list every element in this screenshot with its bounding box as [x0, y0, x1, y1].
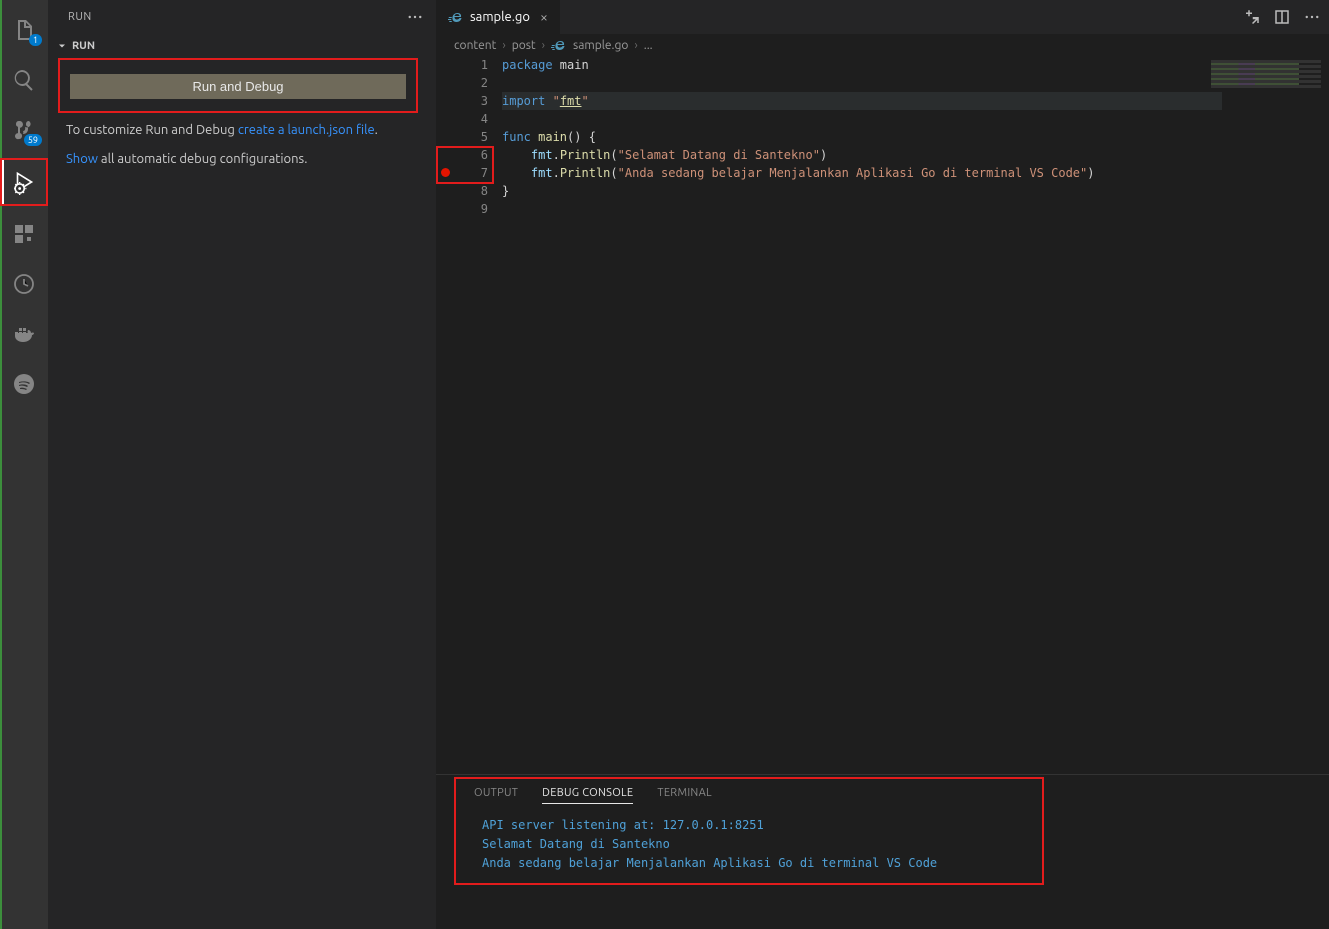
activity-spotify[interactable]	[0, 362, 48, 406]
console-line: Anda sedang belajar Menjalankan Aplikasi…	[482, 854, 1309, 873]
go-file-icon	[448, 13, 464, 22]
tab-sample-go[interactable]: sample.go ×	[436, 0, 561, 34]
crumb-file[interactable]: sample.go	[573, 39, 628, 52]
run-sidebar: RUN RUN Run and Debug To customize Run a…	[48, 0, 436, 929]
line-number: 1	[454, 56, 488, 74]
console-line: Selamat Datang di Santekno	[482, 835, 1309, 854]
show-link[interactable]: Show	[66, 152, 98, 166]
more-actions-icon[interactable]	[1303, 8, 1321, 26]
debug-console-output[interactable]: API server listening at: 127.0.0.1:8251S…	[456, 816, 1309, 873]
go-file-icon	[551, 41, 567, 50]
chevron-right-icon: ›	[542, 39, 545, 52]
show-tail: all automatic debug configurations.	[98, 152, 307, 166]
crumb-content[interactable]: content	[454, 39, 496, 52]
section-run-header[interactable]: RUN	[54, 36, 422, 58]
crumb-post[interactable]: post	[512, 39, 536, 52]
code-line[interactable]	[502, 110, 1222, 128]
scm-badge: 59	[24, 134, 42, 146]
section-run-label: RUN	[72, 40, 95, 52]
chevron-right-icon: ›	[634, 39, 637, 52]
code-line[interactable]: package main	[502, 56, 1222, 74]
line-gutter: 123456789	[454, 56, 494, 774]
line-number: 7	[454, 164, 488, 182]
line-number: 4	[454, 110, 488, 128]
code-line[interactable]	[502, 74, 1222, 92]
activity-live-share[interactable]	[0, 262, 48, 306]
editor-area: sample.go × content › post › sample.go ›…	[436, 0, 1329, 929]
breakpoint-dot[interactable]	[441, 168, 450, 177]
close-icon[interactable]: ×	[540, 9, 548, 25]
tab-label: sample.go	[470, 10, 530, 24]
explorer-badge: 1	[29, 34, 42, 46]
bottom-panel: OUTPUT DEBUG CONSOLE TERMINAL API server…	[436, 774, 1329, 929]
compare-icon[interactable]	[1243, 8, 1261, 26]
activity-explorer[interactable]: 1	[0, 8, 48, 52]
crumb-more[interactable]: ...	[644, 39, 653, 52]
create-launch-link[interactable]: create a launch.json file	[238, 123, 375, 137]
line-number: 6	[454, 146, 488, 164]
auto-debug-text: Show all automatic debug configurations.	[54, 148, 422, 177]
activity-bar: 1 59	[0, 0, 48, 929]
line-number: 9	[454, 200, 488, 218]
tab-output[interactable]: OUTPUT	[474, 787, 518, 804]
code-line[interactable]: }	[502, 182, 1222, 200]
breakpoint-gutter[interactable]	[436, 56, 454, 774]
activity-run-debug[interactable]	[0, 158, 48, 206]
code-line[interactable]: fmt.Println("Selamat Datang di Santekno"…	[502, 146, 1222, 164]
run-and-debug-button[interactable]: Run and Debug	[70, 74, 406, 99]
minimap[interactable]	[1211, 60, 1321, 88]
breadcrumb[interactable]: content › post › sample.go › ...	[436, 35, 1329, 56]
sidebar-more-icon[interactable]	[406, 8, 424, 26]
line-number: 2	[454, 74, 488, 92]
console-line: API server listening at: 127.0.0.1:8251	[482, 816, 1309, 835]
code-content[interactable]: package main import "fmt" func main() { fm…	[494, 56, 1222, 774]
active-indicator	[2, 160, 4, 204]
code-line[interactable]: func main() {	[502, 128, 1222, 146]
activity-search[interactable]	[0, 58, 48, 102]
code-line[interactable]: fmt.Println("Anda sedang belajar Menjala…	[502, 164, 1222, 182]
cfg-prefix: To customize Run and Debug	[66, 123, 238, 137]
editor[interactable]: 123456789 package main import "fmt" func m…	[436, 56, 1329, 774]
tab-debug-console[interactable]: DEBUG CONSOLE	[542, 787, 633, 804]
chevron-down-icon	[56, 40, 68, 52]
run-debug-highlight: Run and Debug	[58, 58, 418, 113]
split-editor-icon[interactable]	[1273, 8, 1291, 26]
activity-extensions[interactable]	[0, 212, 48, 256]
customize-text: To customize Run and Debug create a laun…	[54, 119, 422, 148]
code-line[interactable]	[502, 200, 1222, 218]
sidebar-title: RUN	[68, 11, 92, 23]
line-number: 3	[454, 92, 488, 110]
code-line[interactable]: import "fmt"	[502, 92, 1222, 110]
tabs-row: sample.go ×	[436, 0, 1329, 35]
line-number: 5	[454, 128, 488, 146]
activity-docker[interactable]	[0, 312, 48, 356]
chevron-right-icon: ›	[502, 39, 505, 52]
line-number: 8	[454, 182, 488, 200]
activity-source-control[interactable]: 59	[0, 108, 48, 152]
tab-terminal[interactable]: TERMINAL	[657, 787, 712, 804]
cfg-suffix: .	[375, 123, 378, 137]
